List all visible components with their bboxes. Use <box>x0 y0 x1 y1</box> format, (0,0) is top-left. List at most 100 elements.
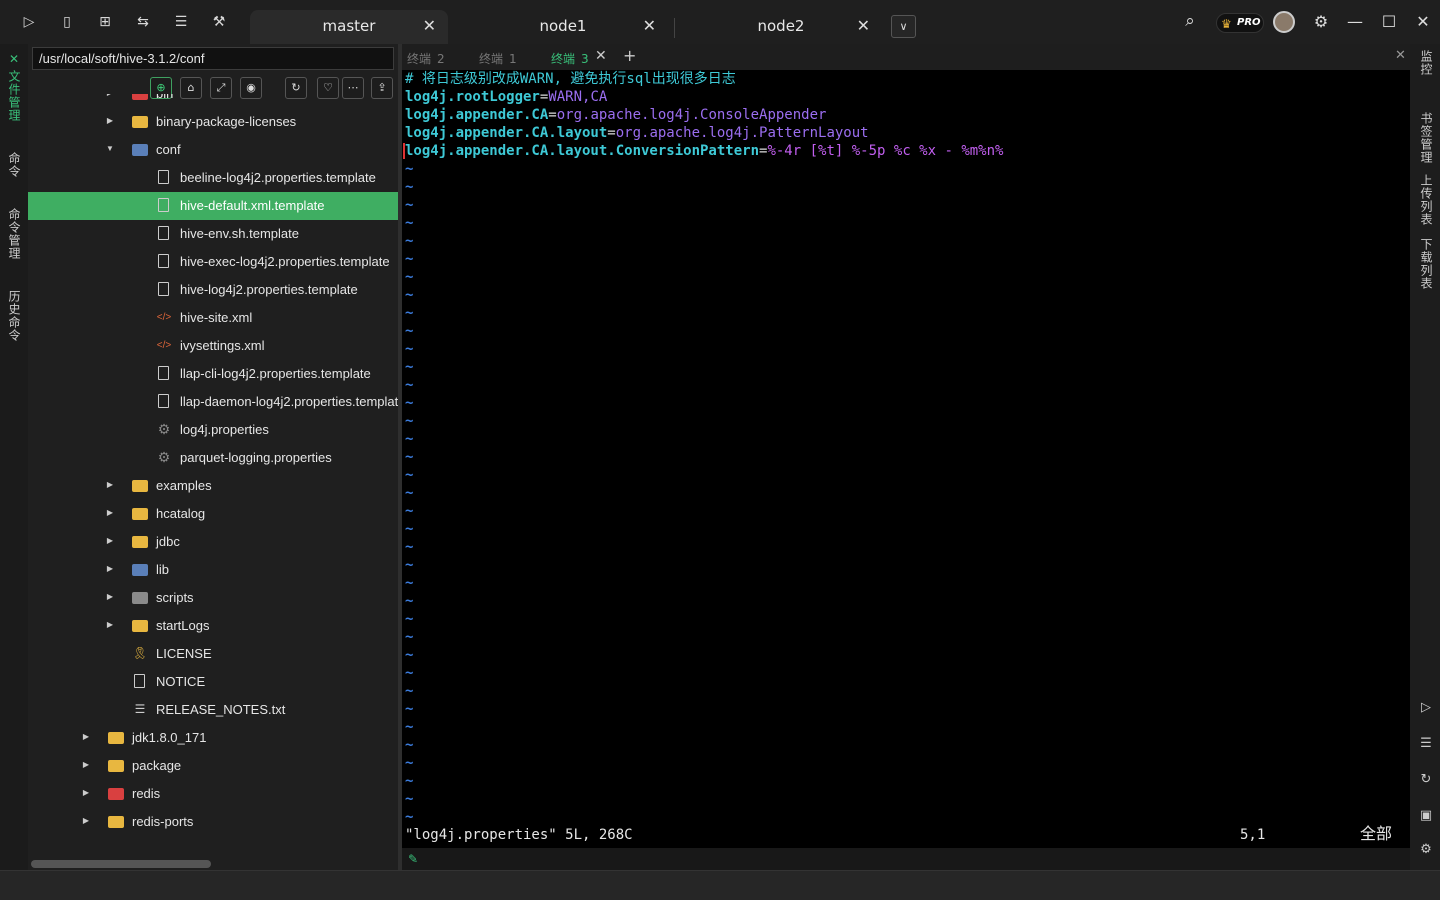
terminal-icon[interactable]: ▷ <box>20 13 38 31</box>
code-file-icon: </> <box>156 340 172 351</box>
sidebar-item-command-manager[interactable]: 命令管理 <box>6 208 23 260</box>
horizontal-scrollbar[interactable] <box>31 860 211 868</box>
file-row[interactable]: ☰ RELEASE_NOTES.txt <box>28 696 398 724</box>
file-row[interactable]: 🎗 LICENSE <box>28 640 398 668</box>
refresh-icon[interactable]: ↻ <box>1418 772 1434 788</box>
tab-number: 3 <box>581 52 589 66</box>
tab-terminal-2[interactable]: 终端 2 <box>407 50 445 67</box>
terminal-line: log4j.appender.CA.layout.ConversionPatte… <box>403 143 1004 159</box>
tab-node1[interactable]: node1 ✕ <box>458 10 668 44</box>
close-icon[interactable]: ✕ <box>1395 48 1406 63</box>
list-icon[interactable]: ☰ <box>1418 736 1434 752</box>
folder-row[interactable]: ▶ package <box>28 752 398 780</box>
avatar[interactable] <box>1273 11 1295 33</box>
chevron-right-icon[interactable]: ▶ <box>81 760 91 769</box>
file-row[interactable]: ⚙ log4j.properties <box>28 416 398 444</box>
file-row[interactable]: llap-daemon-log4j2.properties.template <box>28 388 398 416</box>
chevron-right-icon[interactable]: ▶ <box>105 536 115 545</box>
gear-icon[interactable]: ⚙ <box>1418 842 1434 858</box>
empty-line-marker: ~ <box>405 773 414 789</box>
command-input-bar[interactable]: ✎ <box>402 848 1410 870</box>
close-icon[interactable]: ✕ <box>857 16 870 35</box>
close-icon[interactable]: ✕ <box>595 48 607 64</box>
chevron-right-icon[interactable]: ▶ <box>105 564 115 573</box>
save-icon[interactable]: ▣ <box>1418 808 1434 824</box>
bookmark-icon[interactable]: ▯ <box>58 13 76 31</box>
chevron-right-icon[interactable]: ▶ <box>105 592 115 601</box>
file-row[interactable]: beeline-log4j2.properties.template <box>28 164 398 192</box>
sidebar-item-download-list[interactable]: 下载列表 <box>1418 238 1435 290</box>
chevron-right-icon[interactable]: ▶ <box>105 94 115 97</box>
terminal-icon[interactable]: ▷ <box>1418 700 1434 716</box>
chevron-right-icon[interactable]: ▶ <box>105 480 115 489</box>
sidebar-item-history[interactable]: 历史命令 <box>6 290 23 342</box>
folder-row[interactable]: ▶ redis-ports <box>28 808 398 836</box>
chevron-down-icon[interactable]: ▼ <box>105 144 115 153</box>
grid-icon[interactable]: ⊞ <box>96 13 114 31</box>
sidebar-item-upload-list[interactable]: 上传列表 <box>1418 174 1435 226</box>
tab-list-dropdown[interactable]: ∨ <box>891 15 916 38</box>
pro-badge[interactable]: ♛ PRO <box>1216 13 1264 33</box>
file-name: bin <box>156 94 173 101</box>
text-file-icon: ☰ <box>134 702 146 716</box>
file-row[interactable]: hive-log4j2.properties.template <box>28 276 398 304</box>
chevron-right-icon[interactable]: ▶ <box>81 788 91 797</box>
folder-icon <box>108 788 124 800</box>
chevron-right-icon[interactable]: ▶ <box>105 116 115 125</box>
close-icon[interactable]: ✕ <box>643 16 656 35</box>
folder-row[interactable]: ▶ lib <box>28 556 398 584</box>
sidebar-item-commands[interactable]: 命令 <box>6 152 23 178</box>
sidebar-item-file-manager[interactable]: 文件管理 <box>6 70 23 122</box>
folder-row[interactable]: ▶ bin <box>28 94 398 108</box>
sidebar-item-monitor[interactable]: 监控 <box>1418 50 1435 76</box>
file-icon <box>158 394 169 408</box>
folder-row[interactable]: ▶ binary-package-licenses <box>28 108 398 136</box>
file-row[interactable]: ⚙ parquet-logging.properties <box>28 444 398 472</box>
wrench-icon[interactable]: ⚒ <box>210 13 228 31</box>
file-name: hive-log4j2.properties.template <box>180 282 358 297</box>
path-input[interactable]: /usr/local/soft/hive-3.1.2/conf <box>32 47 394 70</box>
folder-row[interactable]: ▶ startLogs <box>28 612 398 640</box>
file-row[interactable]: NOTICE <box>28 668 398 696</box>
chevron-right-icon[interactable]: ▶ <box>105 508 115 517</box>
file-row[interactable]: llap-cli-log4j2.properties.template <box>28 360 398 388</box>
folder-row[interactable]: ▶ scripts <box>28 584 398 612</box>
tab-master[interactable]: master ✕ <box>250 10 448 44</box>
file-row[interactable]: </> hive-site.xml <box>28 304 398 332</box>
empty-line-marker: ~ <box>405 737 414 753</box>
terminal-output[interactable]: # 将日志级别改成WARN, 避免执行sql出现很多日志 log4j.rootL… <box>402 70 1410 848</box>
tab-terminal-1[interactable]: 终端 1 <box>479 50 517 67</box>
property-value: %-4r [%t] %-5p %c %x - %m%n% <box>767 143 1004 159</box>
file-name: beeline-log4j2.properties.template <box>180 170 376 185</box>
folder-row[interactable]: ▶ hcatalog <box>28 500 398 528</box>
add-tab-icon[interactable]: + <box>623 46 636 65</box>
sidebar-item-bookmarks[interactable]: 书签管理 <box>1418 112 1435 164</box>
close-window-icon[interactable]: ✕ <box>1413 12 1433 31</box>
chevron-right-icon[interactable]: ▶ <box>81 816 91 825</box>
close-icon[interactable]: ✕ <box>9 52 19 66</box>
file-row[interactable]: hive-exec-log4j2.properties.template <box>28 248 398 276</box>
folder-icon <box>108 760 124 772</box>
close-icon[interactable]: ✕ <box>423 16 436 35</box>
file-row[interactable]: hive-env.sh.template <box>28 220 398 248</box>
gear-icon[interactable]: ⚙ <box>1311 12 1331 31</box>
file-row[interactable]: </> ivysettings.xml <box>28 332 398 360</box>
terminal-line: log4j.appender.CA.layout=org.apache.log4… <box>405 125 869 141</box>
document-icon[interactable]: ☰ <box>172 13 190 31</box>
folder-row[interactable]: ▶ jdk1.8.0_171 <box>28 724 398 752</box>
folder-row[interactable]: ▼ conf <box>28 136 398 164</box>
folder-row[interactable]: ▶ examples <box>28 472 398 500</box>
chevron-right-icon[interactable]: ▶ <box>105 620 115 629</box>
split-icon[interactable]: ⇆ <box>134 13 152 31</box>
tab-terminal-3[interactable]: 终端 3 <box>551 50 589 67</box>
folder-row[interactable]: ▶ redis <box>28 780 398 808</box>
file-row[interactable]: hive-default.xml.template <box>28 192 398 220</box>
folder-row[interactable]: ▶ jdbc <box>28 528 398 556</box>
tab-node2[interactable]: node2 ✕ <box>680 10 882 44</box>
minimize-icon[interactable]: — <box>1345 12 1365 31</box>
file-name: hcatalog <box>156 506 206 521</box>
maximize-icon[interactable]: ☐ <box>1379 12 1399 31</box>
chevron-right-icon[interactable]: ▶ <box>81 732 91 741</box>
file-name: hive-env.sh.template <box>180 226 299 241</box>
search-icon[interactable]: ⌕ <box>1180 11 1200 31</box>
